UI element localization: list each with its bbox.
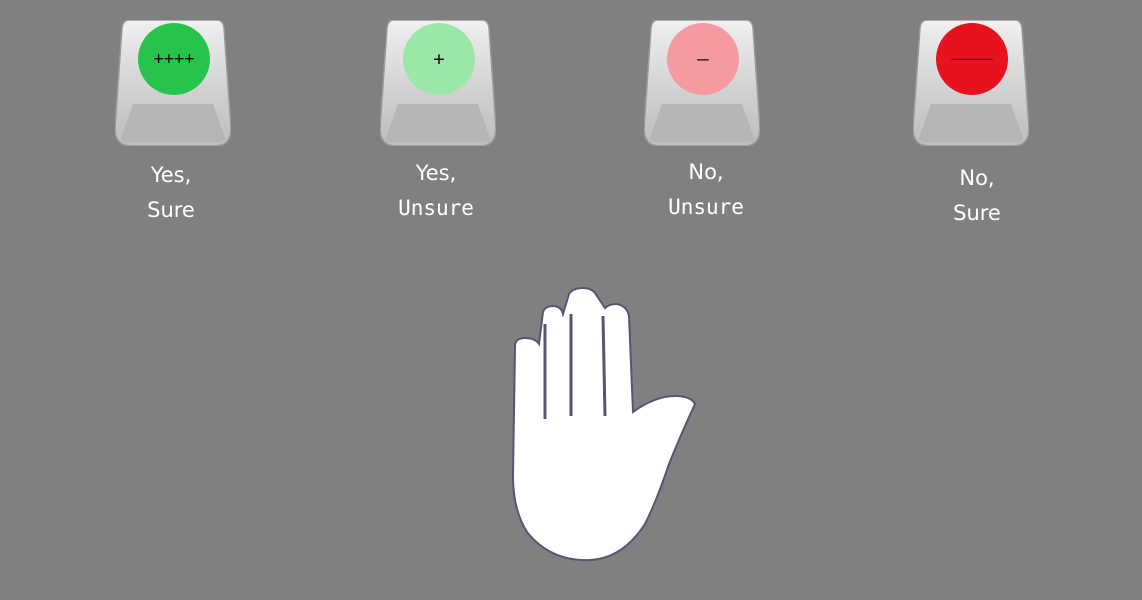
label-line-2: Sure: [953, 201, 1001, 225]
option-label-no-unsure: No, Unsure: [626, 155, 786, 225]
key-face: ++++: [138, 23, 210, 95]
yes-unsure-key[interactable]: +: [380, 20, 496, 146]
label-line-1: Yes,: [415, 161, 457, 185]
no-sure-key[interactable]: ––––: [913, 20, 1029, 146]
label-line-2: Sure: [147, 198, 195, 222]
key-face: ––––: [936, 23, 1008, 95]
raised-hand-icon: [511, 286, 697, 562]
no-unsure-key[interactable]: –: [644, 20, 760, 146]
yes-sure-key[interactable]: ++++: [115, 20, 231, 146]
option-label-no-sure: No, Sure: [897, 161, 1057, 231]
option-label-yes-sure: Yes, Sure: [91, 158, 251, 228]
label-line-1: No,: [959, 166, 995, 190]
label-line-1: Yes,: [150, 163, 192, 187]
key-face: –: [667, 23, 739, 95]
label-line-1: No,: [688, 160, 724, 184]
label-line-2: Unsure: [668, 195, 744, 219]
option-label-yes-unsure: Yes, Unsure: [356, 156, 516, 226]
label-line-2: Unsure: [398, 196, 474, 220]
key-face: +: [403, 23, 475, 95]
